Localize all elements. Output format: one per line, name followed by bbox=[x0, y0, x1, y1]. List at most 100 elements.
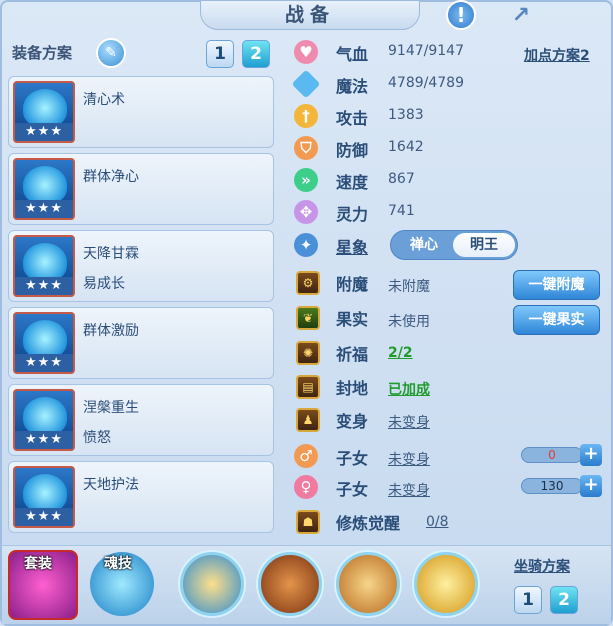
child-label: 子女 bbox=[336, 449, 369, 468]
child-1-value[interactable]: 未变身 bbox=[388, 449, 430, 469]
cultivation-row: 修炼觉醒 bbox=[292, 507, 612, 535]
skill-icon: ★★★ bbox=[13, 466, 75, 528]
extra-label: 附魔 bbox=[336, 275, 369, 294]
stat-label: 气血 bbox=[336, 45, 369, 64]
addpoint-plan-link[interactable]: 加点方案2 bbox=[524, 45, 590, 65]
star-option-chanxin[interactable]: 禅心 bbox=[393, 233, 455, 257]
cultivation-label: 修炼觉醒 bbox=[336, 514, 401, 533]
skill-name: 群体净心 bbox=[83, 169, 139, 185]
child-1-plus-button[interactable]: + bbox=[580, 444, 602, 466]
child-label: 子女 bbox=[336, 480, 369, 499]
skill-stars: ★★★ bbox=[15, 431, 73, 449]
transform-value[interactable]: 未变身 bbox=[388, 412, 430, 432]
skill-sub: 易成长 bbox=[83, 276, 125, 292]
skill-name: 天地护法 bbox=[83, 477, 139, 493]
stat-value: 1383 bbox=[388, 107, 424, 123]
heart-icon: ♥ bbox=[294, 40, 318, 64]
child-2-value[interactable]: 未变身 bbox=[388, 480, 430, 500]
stat-value: 9147/9147 bbox=[388, 43, 464, 59]
sword-icon: † bbox=[294, 104, 318, 128]
stat-label: 速度 bbox=[336, 173, 369, 192]
page-title: 战备 bbox=[284, 4, 335, 26]
share-icon[interactable]: ↗ bbox=[506, 0, 536, 30]
star-label[interactable]: 星象 bbox=[336, 234, 368, 258]
skill-slot-2[interactable]: ★★★ 群体净心 bbox=[8, 153, 274, 225]
stat-value: 4789/4789 bbox=[388, 75, 464, 91]
star-sign-icon: ✦ bbox=[294, 233, 318, 257]
skill-slot-4[interactable]: ★★★ 群体激励 bbox=[8, 307, 274, 379]
child-1-bar: 0 bbox=[521, 447, 583, 463]
mount-plan-label[interactable]: 坐骑方案 bbox=[514, 556, 570, 576]
skill-slot-6[interactable]: ★★★ 天地护法 bbox=[8, 461, 274, 533]
stat-defense: ⛉ 防御 1642 bbox=[292, 134, 612, 162]
info-icon[interactable]: ! bbox=[446, 0, 476, 30]
skill-icon: ★★★ bbox=[13, 235, 75, 297]
edit-pencil-icon[interactable]: ✎ bbox=[96, 38, 126, 68]
stat-spirit: ✥ 灵力 741 bbox=[292, 198, 612, 226]
one-click-enchant-button[interactable]: 一键附魔 bbox=[513, 270, 600, 300]
stat-label: 魔法 bbox=[336, 77, 369, 96]
stat-value: 1642 bbox=[388, 139, 424, 155]
stat-value: 741 bbox=[388, 203, 415, 219]
skill-stars: ★★★ bbox=[15, 354, 73, 372]
stat-value: 867 bbox=[388, 171, 415, 187]
child-2-bar: 130 bbox=[521, 478, 583, 494]
skill-icon: ★★★ bbox=[13, 158, 75, 220]
shield-icon: ⛉ bbox=[294, 136, 318, 160]
skill-stars: ★★★ bbox=[15, 200, 73, 218]
equip-plan-2-button[interactable]: 2 bbox=[242, 40, 270, 68]
extra-label: 封地 bbox=[336, 379, 369, 398]
skill-slot-5[interactable]: ★★★ 涅槃重生愤怒 bbox=[8, 384, 274, 456]
mount-plan-2-button[interactable]: 2 bbox=[550, 586, 578, 614]
blessing-value[interactable]: 2/2 bbox=[388, 345, 413, 361]
stat-speed: » 速度 867 bbox=[292, 166, 612, 194]
soul-skill-label: 魂技 bbox=[104, 556, 132, 572]
mount-plan-1-button[interactable]: 1 bbox=[514, 586, 542, 614]
skill-book-icon-2[interactable] bbox=[258, 552, 322, 616]
extra-fief: 封地 bbox=[292, 372, 612, 400]
stat-mp: 魔法 4789/4789 bbox=[291, 69, 612, 99]
skill-icon: ★★★ bbox=[13, 81, 75, 143]
extra-label: 果实 bbox=[336, 310, 369, 329]
skill-name: 群体激励 bbox=[83, 323, 139, 339]
skill-slot-1[interactable]: ★★★ 清心术 bbox=[8, 76, 274, 148]
star-toggle[interactable]: 禅心 明王 bbox=[390, 230, 518, 260]
extra-label: 祈福 bbox=[336, 345, 369, 364]
diamond-icon bbox=[291, 69, 321, 99]
equip-plan-label: 装备方案 bbox=[12, 44, 73, 62]
skill-icon: ★★★ bbox=[13, 312, 75, 374]
stat-label: 防御 bbox=[336, 141, 369, 160]
skill-slot-3[interactable]: ★★★ 天降甘霖易成长 bbox=[8, 230, 274, 302]
equip-plan-1-button[interactable]: 1 bbox=[206, 40, 234, 68]
one-click-fruit-button[interactable]: 一键果实 bbox=[513, 305, 600, 335]
skill-book-icon-1[interactable] bbox=[180, 552, 244, 616]
skill-icon: ★★★ bbox=[13, 389, 75, 451]
skill-name: 清心术 bbox=[83, 92, 125, 108]
fruit-value: 未使用 bbox=[388, 314, 430, 330]
spirit-icon: ✥ bbox=[294, 200, 318, 224]
skill-stars: ★★★ bbox=[15, 277, 73, 295]
skill-stars: ★★★ bbox=[15, 123, 73, 141]
extra-transform: 变身 bbox=[292, 405, 612, 433]
enchant-value: 未附魔 bbox=[388, 279, 430, 295]
skill-name: 涅槃重生 bbox=[83, 400, 139, 416]
set-label: 套装 bbox=[24, 556, 52, 572]
skill-stars: ★★★ bbox=[15, 508, 73, 526]
stat-attack: † 攻击 1383 bbox=[292, 102, 612, 130]
cultivation-value[interactable]: 0/8 bbox=[426, 514, 449, 530]
child-icon: ♀ bbox=[294, 475, 318, 499]
fief-value[interactable]: 已加成 bbox=[388, 379, 430, 399]
stat-label: 灵力 bbox=[336, 205, 369, 224]
stat-label: 攻击 bbox=[336, 109, 369, 128]
skill-book-icon-3[interactable] bbox=[336, 552, 400, 616]
extra-blessing: 祈福 bbox=[292, 338, 612, 366]
child-2-plus-button[interactable]: + bbox=[580, 475, 602, 497]
skill-sub: 愤怒 bbox=[83, 430, 111, 446]
star-option-mingwang[interactable]: 明王 bbox=[453, 233, 515, 257]
child-icon: ♂ bbox=[294, 444, 318, 468]
speed-icon: » bbox=[294, 168, 318, 192]
skill-name: 天降甘霖 bbox=[83, 246, 139, 262]
title-bar: 战备 bbox=[200, 0, 420, 30]
skill-book-icon-4[interactable] bbox=[414, 552, 478, 616]
extra-label: 变身 bbox=[336, 412, 369, 431]
